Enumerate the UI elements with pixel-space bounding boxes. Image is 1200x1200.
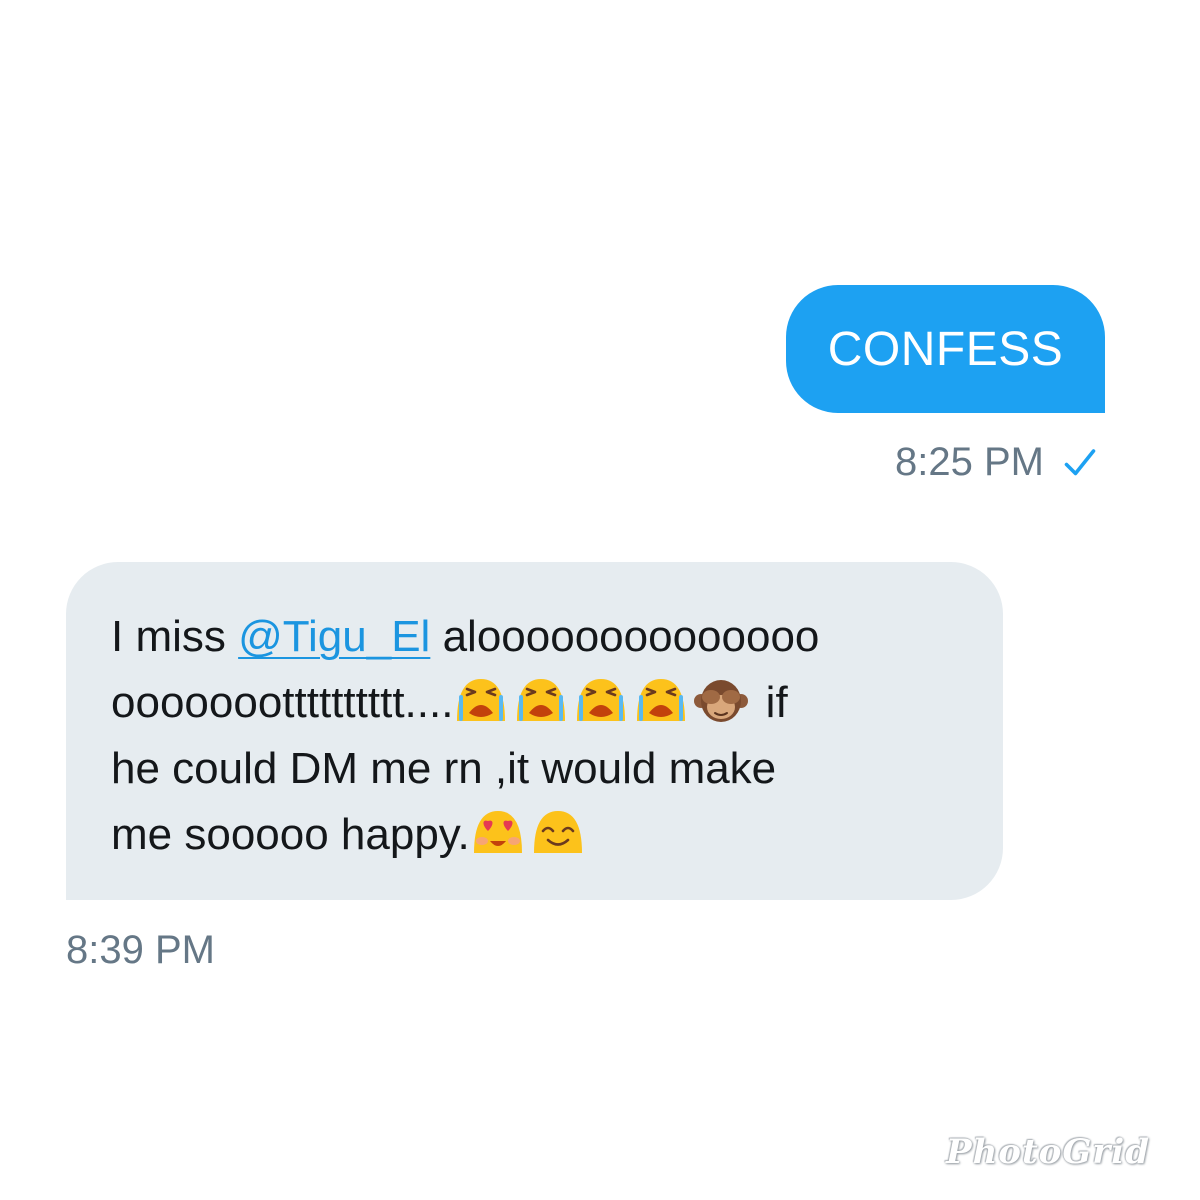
message-text-prefix: I miss (111, 612, 239, 661)
loudly-crying-face-icon (517, 679, 566, 721)
see-no-evil-monkey-icon (694, 680, 749, 722)
heart-eyes-icon (473, 811, 522, 853)
loudly-crying-face-icon (637, 679, 686, 721)
message-line-1: I miss @Tigu_El aloooooooooooooo (111, 604, 963, 670)
photogrid-watermark: PhotoGrid (946, 1132, 1150, 1172)
loudly-crying-face-icon (457, 679, 506, 721)
incoming-message-time: 8:39 PM (66, 928, 215, 972)
outgoing-message-bubble[interactable]: CONFESS (786, 285, 1105, 413)
incoming-message-bubble[interactable]: I miss @Tigu_El aloooooooooooooo ooooooo… (66, 562, 1003, 900)
message-line-2: oooooootttttttttt.... if (111, 670, 963, 736)
outgoing-message-meta: 8:25 PM (895, 440, 1098, 485)
check-icon (1064, 448, 1096, 475)
message-text-suffix: if (753, 678, 788, 727)
message-text: oooooootttttttttt.... (111, 678, 454, 727)
smiling-face-icon (533, 811, 582, 853)
message-text: me sooooo happy. (111, 810, 470, 859)
outgoing-message-text: CONFESS (827, 322, 1064, 376)
loudly-crying-face-icon (577, 679, 626, 721)
message-line-3: he could DM me rn ,it would make (111, 744, 777, 793)
message-text-suffix: aloooooooooooooo (430, 612, 820, 661)
user-mention-link[interactable]: @Tigu_El (238, 612, 430, 661)
outgoing-message-time: 8:25 PM (895, 440, 1044, 484)
message-line-4: me sooooo happy. (111, 802, 963, 868)
dm-conversation: CONFESS 8:25 PM I miss @Tigu_El aloooooo… (0, 0, 1200, 1200)
